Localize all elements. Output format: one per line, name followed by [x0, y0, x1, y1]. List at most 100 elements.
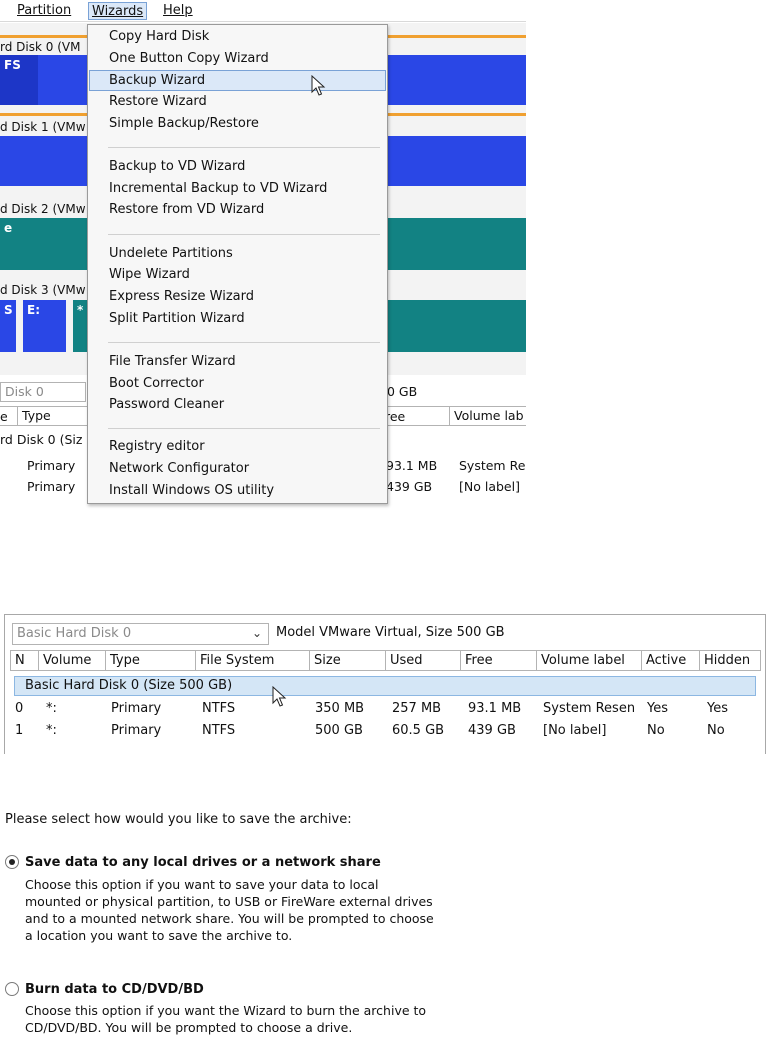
mouse-cursor-icon	[311, 75, 326, 96]
menu-item-wipe-wizard[interactable]: Wipe Wizard	[89, 265, 386, 286]
row0-volume: *:	[46, 701, 57, 716]
row1-free: 439 GB	[386, 479, 433, 494]
menu-wizards[interactable]: Wizards	[88, 2, 148, 20]
disk-combo[interactable]: Basic Hard Disk 0 ⌄	[12, 623, 269, 645]
row0-volume-label: System Resen	[543, 701, 636, 716]
menu-item-incremental-backup-vd[interactable]: Incremental Backup to VD Wizard	[89, 179, 386, 200]
menu-item-file-transfer[interactable]: File Transfer Wizard	[89, 352, 386, 373]
disk0-partition[interactable]: FS	[0, 55, 38, 105]
mouse-cursor-icon	[272, 686, 287, 707]
menu-partition[interactable]: Partition	[14, 2, 74, 20]
column-header-n[interactable]: N	[11, 651, 39, 670]
disk-group-row[interactable]: rd Disk 0 (Siz	[0, 432, 82, 447]
column-header-free[interactable]: Free	[461, 651, 537, 670]
disk2-partition-label: e	[4, 221, 13, 235]
column-header-file-system[interactable]: File System	[196, 651, 310, 670]
row1-volume: *:	[46, 723, 57, 738]
menu-help[interactable]: Help	[160, 2, 196, 20]
menu-item-restore-from-vd[interactable]: Restore from VD Wizard	[89, 200, 386, 221]
disk0-label: rd Disk 0 (VM	[0, 40, 81, 54]
menu-item-boot-corrector[interactable]: Boot Corrector	[89, 374, 386, 395]
disk-select-combo[interactable]: Disk 0	[0, 382, 86, 402]
disk-model-text: Model VMware Virtual, Size 500 GB	[276, 625, 505, 640]
column-header-hidden[interactable]: Hidden	[700, 651, 760, 670]
row1-label: [No label]	[459, 479, 520, 494]
disk3-partition-1[interactable]: S	[0, 300, 16, 352]
disk-select-value: Disk 0	[5, 384, 44, 399]
row1-hidden: No	[707, 723, 725, 738]
row0-free: 93.1 MB	[468, 701, 522, 716]
column-header-type[interactable]: Type	[106, 651, 196, 670]
radio-local-drives[interactable]	[5, 855, 19, 869]
row1-n: 1	[15, 723, 24, 738]
disk0-partition-label: FS	[4, 58, 21, 72]
menu-bar: Partition Wizards Help	[0, 0, 526, 22]
menu-partition-label: Partition	[17, 3, 72, 18]
menu-item-split-partition[interactable]: Split Partition Wizard	[89, 309, 386, 330]
menu-item-registry-editor[interactable]: Registry editor	[89, 437, 386, 458]
menu-item-install-windows-os[interactable]: Install Windows OS utility	[89, 481, 386, 502]
row1-volume-label: [No label]	[543, 723, 607, 738]
header-type: Type	[17, 407, 51, 425]
header-volume-label: Volume lab	[449, 407, 524, 425]
row1-file-system: NTFS	[202, 723, 236, 738]
disk3-label: d Disk 3 (VMw	[0, 283, 86, 297]
menu-help-label: Help	[163, 3, 193, 18]
menu-item-copy-hard-disk[interactable]: Copy Hard Disk	[89, 27, 386, 48]
menu-item-one-button-copy[interactable]: One Button Copy Wizard	[89, 49, 386, 70]
row0-n: 0	[15, 701, 24, 716]
column-header-volume-label[interactable]: Volume label	[537, 651, 642, 670]
row0-type: Primary	[111, 701, 162, 716]
row1-used: 60.5 GB	[392, 723, 445, 738]
option-local-description: Choose this option if you want to save y…	[25, 877, 434, 943]
save-prompt: Please select how would you like to save…	[5, 812, 352, 827]
option-burn-title[interactable]: Burn data to CD/DVD/BD	[25, 982, 204, 997]
row0-hidden: Yes	[707, 701, 728, 716]
row0-free: 93.1 MB	[386, 458, 438, 473]
menu-separator	[108, 234, 380, 235]
row0-size: 350 MB	[315, 701, 365, 716]
menu-item-network-configurator[interactable]: Network Configurator	[89, 459, 386, 480]
menu-item-restore-wizard[interactable]: Restore Wizard	[89, 92, 386, 113]
row1-size: 500 GB	[315, 723, 363, 738]
disk-group-row[interactable]: Basic Hard Disk 0 (Size 500 GB)	[14, 676, 756, 696]
chevron-down-icon[interactable]: ⌄	[252, 626, 262, 640]
menu-item-simple-backup-restore[interactable]: Simple Backup/Restore	[89, 114, 386, 135]
menu-wizards-label: Wizards	[92, 4, 144, 19]
radio-selected-dot	[9, 859, 15, 865]
row0-active: Yes	[647, 701, 668, 716]
wizards-menu: Copy Hard Disk One Button Copy Wizard Ba…	[87, 24, 388, 504]
row0-label: System Re	[459, 458, 526, 473]
menu-separator	[108, 147, 380, 148]
menu-item-backup-to-vd[interactable]: Backup to VD Wizard	[89, 157, 386, 178]
header-name: e	[0, 409, 8, 424]
option-local-title[interactable]: Save data to any local drives or a netwo…	[25, 855, 381, 870]
row0-file-system: NTFS	[202, 701, 236, 716]
column-header-active[interactable]: Active	[642, 651, 700, 670]
row0-used: 257 MB	[392, 701, 442, 716]
disk2-partition[interactable]: e	[0, 218, 16, 238]
row1-type: Primary	[111, 723, 162, 738]
disk3-partition-2[interactable]: E:	[23, 300, 66, 352]
table-header: N Volume Type File System Size Used Free…	[10, 650, 761, 671]
row1-type[interactable]: Primary	[27, 479, 75, 494]
menu-item-express-resize[interactable]: Express Resize Wizard	[89, 287, 386, 308]
disk2-label: d Disk 2 (VMw	[0, 202, 86, 216]
menu-separator	[108, 428, 380, 429]
column-header-used[interactable]: Used	[386, 651, 461, 670]
column-header-size[interactable]: Size	[310, 651, 386, 670]
menu-separator	[108, 342, 380, 343]
disk3-partition-3-label: *	[77, 303, 84, 317]
menu-item-backup-wizard[interactable]: Backup Wizard	[89, 70, 386, 91]
disk-size-text: 0 GB	[387, 384, 418, 399]
menu-item-undelete-partitions[interactable]: Undelete Partitions	[89, 244, 386, 265]
disk3-partition-2-label: E:	[27, 303, 40, 317]
disk1-label: d Disk 1 (VMw	[0, 120, 86, 134]
disk-table-frame: Basic Hard Disk 0 ⌄ Model VMware Virtual…	[4, 614, 766, 754]
option-burn-description: Choose this option if you want the Wizar…	[25, 1003, 427, 1035]
column-header-volume[interactable]: Volume	[39, 651, 106, 670]
menu-item-password-cleaner[interactable]: Password Cleaner	[89, 395, 386, 416]
radio-burn-disc[interactable]	[5, 982, 19, 996]
row0-type[interactable]: Primary	[27, 458, 75, 473]
row1-free: 439 GB	[468, 723, 516, 738]
